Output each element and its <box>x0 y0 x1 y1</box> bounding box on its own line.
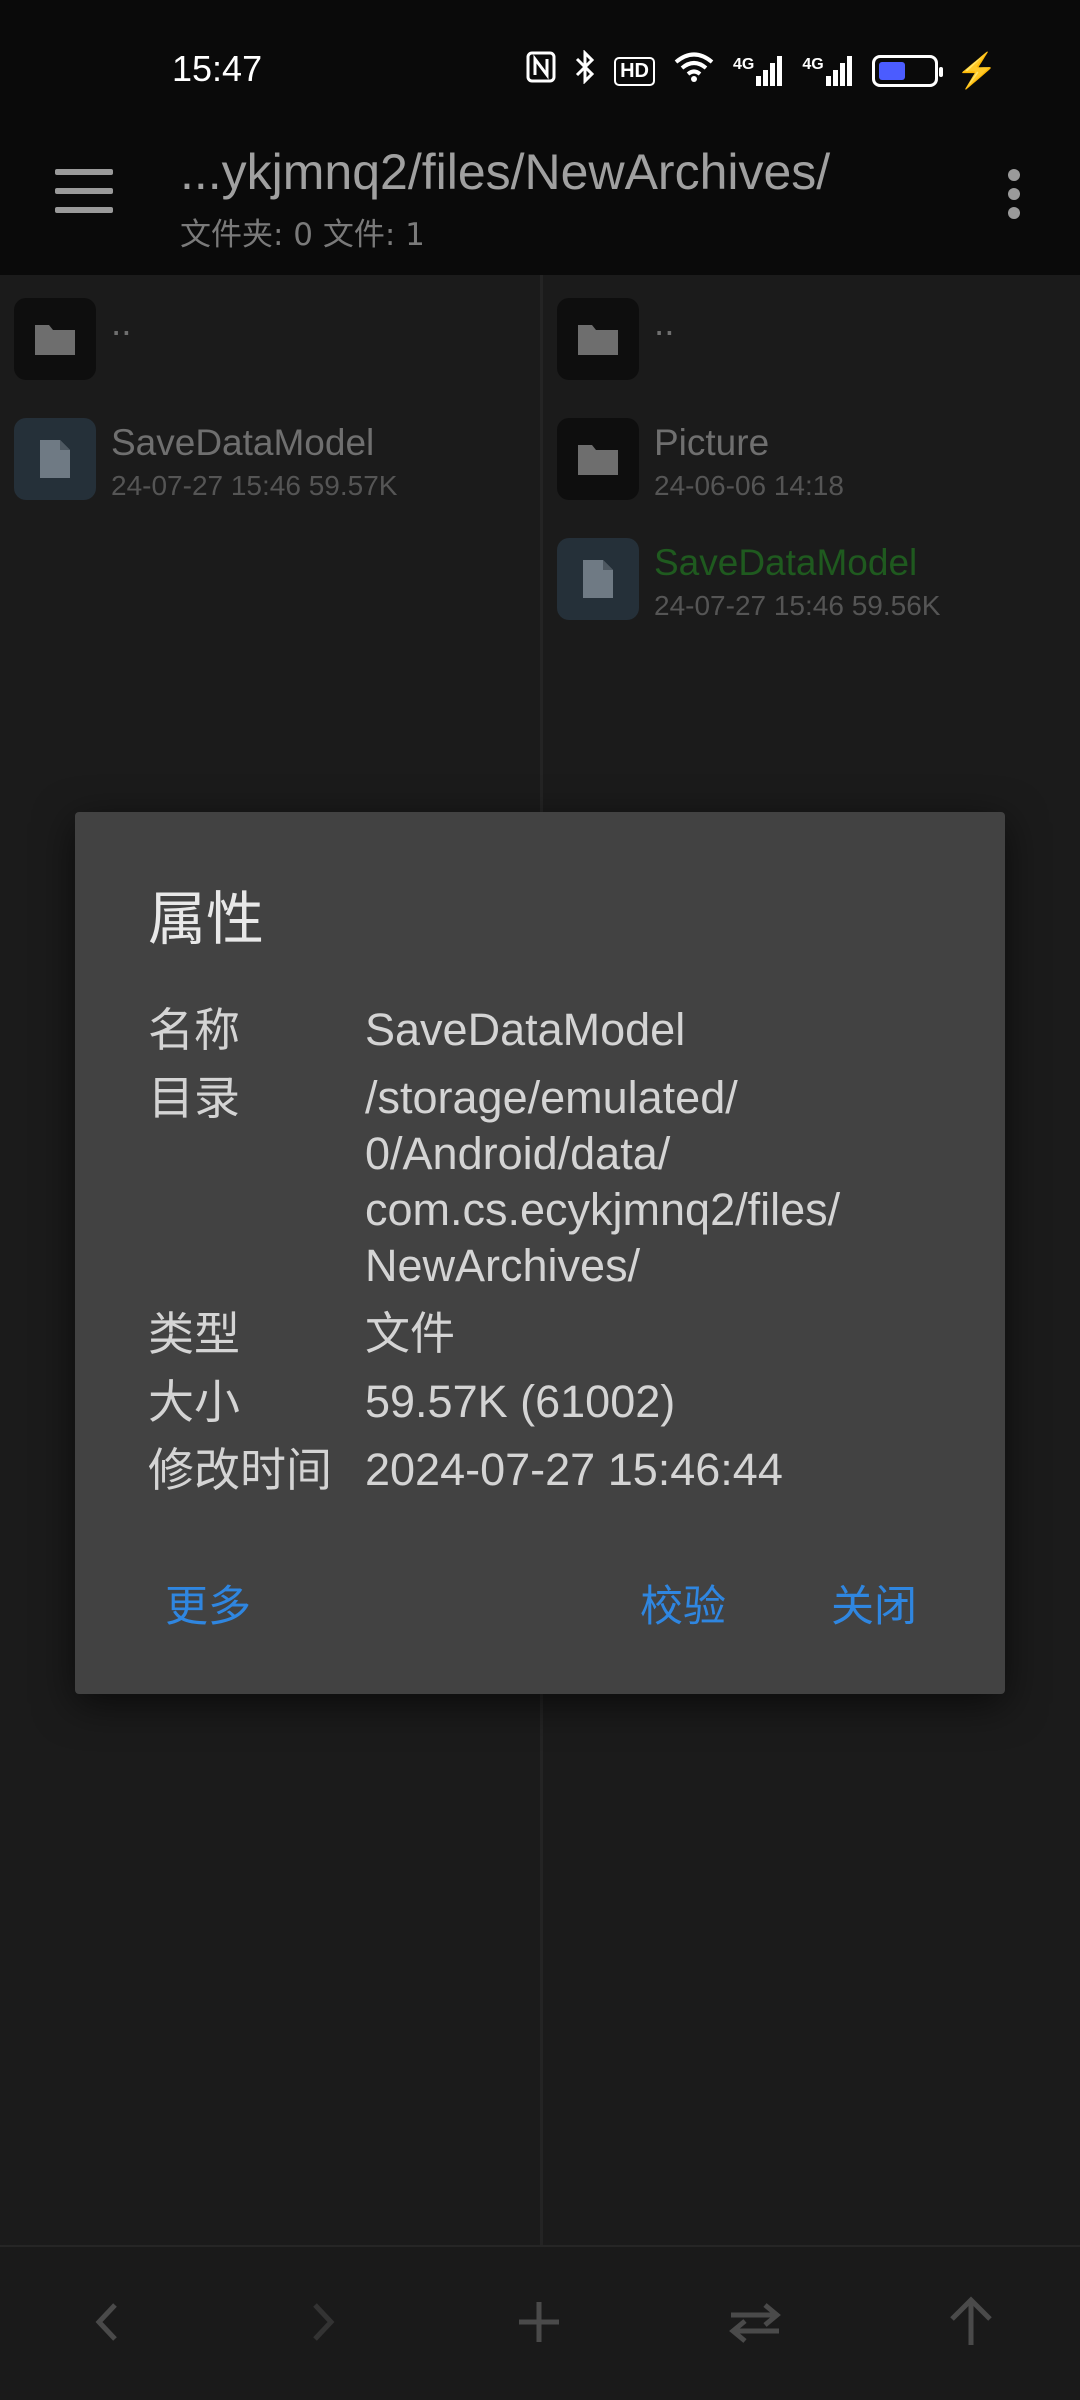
add-icon[interactable] <box>504 2287 574 2357</box>
property-label: 类型 <box>148 1307 240 1361</box>
item-name: Picture <box>654 422 770 463</box>
property-value: 59.57K (61002) <box>365 1376 676 1427</box>
list-item-file[interactable]: SaveDataModel 24-07-27 15:46 59.57K <box>0 410 540 520</box>
item-meta: 24-06-06 14:18 <box>654 470 844 501</box>
folder-file-count: 文件夹: 0 文件: 1 <box>180 217 425 253</box>
swap-icon[interactable] <box>720 2287 790 2357</box>
status-bar: 15:47 HD 4G 4G ⚡ <box>0 0 1080 135</box>
list-item-parent[interactable]: .. <box>0 290 540 400</box>
property-modified: 修改时间 2024-07-27 15:46:44 <box>148 1442 948 1498</box>
folder-icon <box>557 418 639 500</box>
property-label: 修改时间 <box>148 1443 332 1497</box>
path-title: ...ykjmnq2/files/NewArchives/ <box>180 144 831 200</box>
item-name: .. <box>654 302 675 343</box>
property-size: 大小 59.57K (61002) <box>148 1374 948 1430</box>
list-item-file[interactable]: SaveDataModel 24-07-27 15:46 59.56K <box>543 530 1080 640</box>
directory-line: 0/Android/data/ <box>365 1128 671 1179</box>
property-name: 名称 SaveDataModel <box>148 1002 948 1058</box>
more-button[interactable]: 更多 <box>165 1572 251 1634</box>
status-time: 15:47 <box>172 48 263 89</box>
hd-icon: HD <box>614 56 655 86</box>
property-value: /storage/emulated/ 0/Android/data/ com.c… <box>365 1070 948 1294</box>
property-label: 目录 <box>148 1071 240 1125</box>
property-directory: 目录 /storage/emulated/ 0/Android/data/ co… <box>148 1070 948 1294</box>
bluetooth-icon <box>574 49 596 92</box>
property-value: 2024-07-27 15:46:44 <box>365 1444 783 1495</box>
property-label: 大小 <box>148 1375 240 1429</box>
battery-icon <box>871 55 943 87</box>
properties-dialog: 属性 名称 SaveDataModel 目录 /storage/emulated… <box>75 812 1005 1694</box>
item-meta: 24-07-27 15:46 59.56K <box>654 590 941 621</box>
directory-line: /storage/emulated/ <box>365 1072 738 1123</box>
file-icon <box>14 418 96 500</box>
folder-icon <box>557 298 639 380</box>
list-item-folder[interactable]: Picture 24-06-06 14:18 <box>543 410 1080 520</box>
item-name: SaveDataModel <box>654 542 918 583</box>
properties-list: 名称 SaveDataModel 目录 /storage/emulated/ 0… <box>148 1002 948 1510</box>
property-value: SaveDataModel <box>365 1004 686 1055</box>
forward-icon[interactable] <box>288 2287 358 2357</box>
up-icon[interactable] <box>936 2287 1006 2357</box>
signal-4g-icon: 4G <box>733 56 784 86</box>
file-icon <box>557 538 639 620</box>
dialog-title: 属性 <box>148 885 265 953</box>
list-item-parent[interactable]: .. <box>543 290 1080 400</box>
property-label: 名称 <box>148 1003 240 1057</box>
item-meta: 24-07-27 15:46 59.57K <box>111 470 398 501</box>
menu-icon[interactable] <box>55 169 113 213</box>
property-value: 文件 <box>365 1308 456 1359</box>
signal-4g-icon: 4G <box>802 56 853 86</box>
back-icon[interactable] <box>72 2287 142 2357</box>
item-name: .. <box>111 302 132 343</box>
nfc-icon <box>526 51 556 91</box>
charging-icon: ⚡ <box>955 52 998 90</box>
app-bar: ...ykjmnq2/files/NewArchives/ 文件夹: 0 文件:… <box>0 135 1080 275</box>
status-icons: HD 4G 4G ⚡ <box>526 49 998 92</box>
wifi-icon <box>673 51 715 91</box>
folder-icon <box>14 298 96 380</box>
directory-line: NewArchives/ <box>365 1240 641 1291</box>
verify-button[interactable]: 校验 <box>640 1572 726 1634</box>
directory-line: com.cs.ecykjmnq2/files/ <box>365 1184 841 1235</box>
close-button[interactable]: 关闭 <box>831 1572 917 1634</box>
item-name: SaveDataModel <box>111 422 375 463</box>
more-options-icon[interactable] <box>1008 169 1020 219</box>
property-type: 类型 文件 <box>148 1306 948 1362</box>
bottom-toolbar <box>0 2245 1080 2400</box>
